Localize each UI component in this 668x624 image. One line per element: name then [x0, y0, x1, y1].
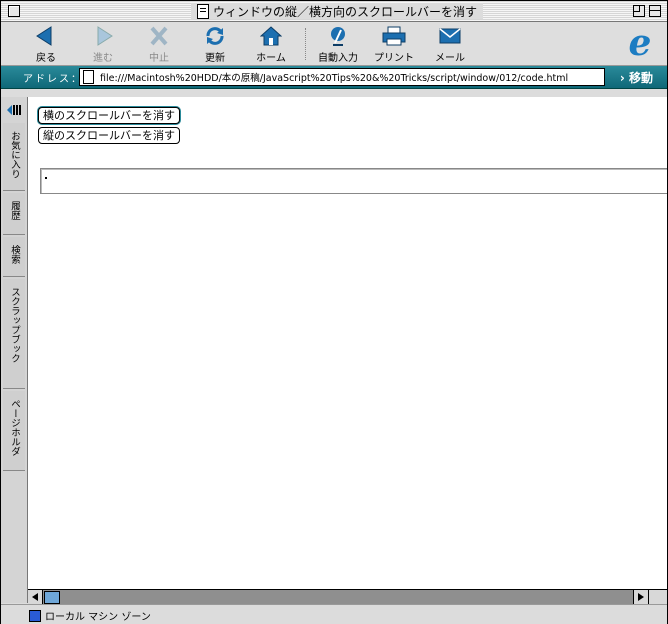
address-label: アドレス： — [23, 74, 83, 85]
refresh-label: 更新 — [205, 53, 225, 64]
back-button[interactable]: 戻る — [22, 25, 70, 64]
window-title-text: ウィンドウの縦／横方向のスクロールバーを消す — [213, 4, 478, 19]
home-button[interactable]: ホーム — [247, 25, 295, 64]
refresh-icon — [191, 25, 239, 47]
autofill-label: 自動入力 — [318, 53, 358, 64]
home-label: ホーム — [256, 53, 286, 64]
internet-explorer-logo: e — [628, 22, 652, 64]
explorer-toggle-icon[interactable] — [6, 103, 24, 117]
print-label: プリント — [374, 53, 414, 64]
title-bar[interactable]: ウィンドウの縦／横方向のスクロールバーを消す — [1, 1, 667, 22]
toolbar: 戻る 進む 中止 更新 ホーム 自動入力 プリント メール e — [1, 22, 667, 66]
zone-label: ローカル マシン ゾーン — [45, 612, 151, 623]
address-field[interactable]: file:///Macintosh%20HDD/本の原稿/JavaScript%… — [79, 68, 605, 86]
status-bar: ローカル マシン ゾーン — [1, 604, 667, 624]
mail-button[interactable]: メール — [426, 25, 474, 64]
security-zone: ローカル マシン ゾーン — [29, 608, 151, 623]
resize-handle[interactable] — [648, 589, 667, 604]
zoom-box[interactable] — [633, 5, 645, 17]
scroll-left-arrow-icon[interactable] — [28, 590, 43, 604]
forward-button[interactable]: 進む — [79, 25, 127, 64]
collapse-box[interactable] — [649, 5, 661, 17]
home-icon — [247, 25, 295, 47]
autofill-button[interactable]: 自動入力 — [314, 25, 362, 64]
output-field[interactable] — [40, 168, 667, 194]
page-content: 横のスクロールバーを消す 縦のスクロールバーを消す — [28, 97, 667, 589]
explorer-bar: お気に入り 履歴 検索 スクラップブック ページホルダ — [1, 97, 28, 603]
page-icon — [83, 70, 94, 84]
print-button[interactable]: プリント — [370, 25, 418, 64]
stop-label: 中止 — [149, 53, 169, 64]
address-bar: アドレス： file:///Macintosh%20HDD/本の原稿/JavaS… — [1, 66, 667, 89]
go-button[interactable]: › 移動 — [620, 69, 653, 86]
mail-envelope-icon — [426, 25, 474, 47]
stop-x-icon — [135, 25, 183, 47]
output-value-dot — [45, 177, 47, 179]
forward-arrow-icon — [79, 25, 127, 47]
hide-vertical-scrollbar-button[interactable]: 縦のスクロールバーを消す — [38, 127, 180, 144]
computer-icon — [29, 609, 41, 622]
tab-page-holder[interactable]: ページホルダ — [3, 391, 25, 471]
autofill-pen-icon — [314, 25, 362, 47]
refresh-button[interactable]: 更新 — [191, 25, 239, 64]
back-arrow-icon — [22, 25, 70, 47]
mail-label: メール — [435, 53, 465, 64]
hide-horizontal-scrollbar-button[interactable]: 横のスクロールバーを消す — [38, 107, 180, 124]
forward-label: 進む — [93, 53, 113, 64]
address-url[interactable]: file:///Macintosh%20HDD/本の原稿/JavaScript%… — [100, 70, 568, 84]
toolbar-separator — [305, 28, 307, 60]
horizontal-scrollbar[interactable] — [28, 589, 648, 604]
window-title: ウィンドウの縦／横方向のスクロールバーを消す — [191, 3, 484, 19]
tab-scrapbook[interactable]: スクラップブック — [3, 279, 25, 389]
printer-icon — [370, 25, 418, 47]
tab-favorites[interactable]: お気に入り — [3, 123, 25, 191]
scroll-right-arrow-icon[interactable] — [633, 590, 648, 604]
close-box[interactable] — [8, 5, 20, 17]
document-icon — [197, 3, 209, 19]
tab-search[interactable]: 検索 — [3, 237, 25, 277]
go-label: 移動 — [628, 71, 653, 85]
browser-window: ウィンドウの縦／横方向のスクロールバーを消す 戻る 進む 中止 更新 ホーム 自… — [0, 0, 668, 624]
stop-button[interactable]: 中止 — [135, 25, 183, 64]
back-label: 戻る — [36, 53, 56, 64]
scroll-thumb[interactable] — [44, 591, 60, 604]
tab-history[interactable]: 履歴 — [3, 193, 25, 235]
